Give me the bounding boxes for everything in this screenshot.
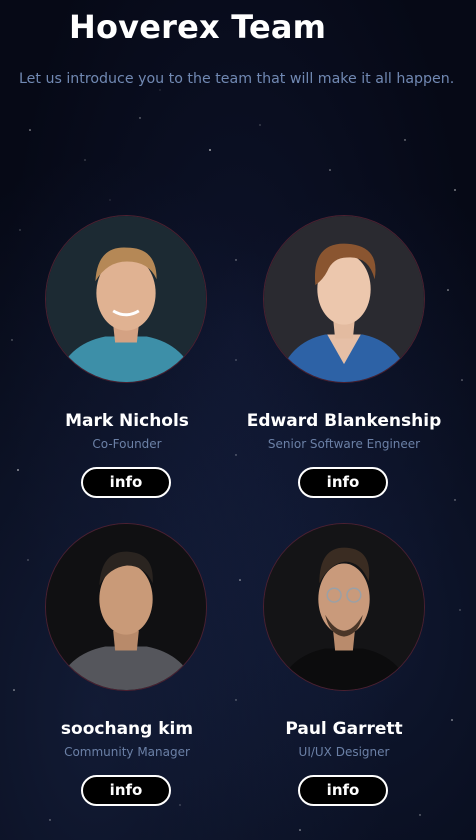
info-button[interactable]: info <box>298 775 388 806</box>
member-role: UI/UX Designer <box>298 745 390 759</box>
member-photo-avatar <box>263 215 425 383</box>
team-page: Hoverex Team Let us introduce you to the… <box>0 0 476 840</box>
team-member-card: soochang kim Community Manager info <box>27 523 227 813</box>
info-button[interactable]: info <box>81 775 171 806</box>
page-title: Hoverex Team <box>69 8 327 46</box>
member-name: Edward Blankenship <box>246 411 442 431</box>
page-subtitle: Let us introduce you to the team that wi… <box>19 71 455 87</box>
member-photo-avatar <box>45 215 207 383</box>
member-photo-avatar <box>263 523 425 691</box>
member-photo-avatar <box>45 523 207 691</box>
member-role: Senior Software Engineer <box>267 437 421 451</box>
info-button[interactable]: info <box>81 467 171 498</box>
team-member-card: Edward Blankenship Senior Software Engin… <box>244 215 444 505</box>
member-role: Community Manager <box>64 745 190 759</box>
member-role: Co-Founder <box>92 437 162 451</box>
team-member-card: Paul Garrett UI/UX Designer info <box>244 523 444 813</box>
crescent-logo-icon <box>26 12 42 44</box>
member-name: soochang kim <box>60 719 194 739</box>
info-button[interactable]: info <box>298 467 388 498</box>
member-name: Paul Garrett <box>285 719 403 739</box>
member-name: Mark Nichols <box>65 411 189 431</box>
team-member-card: Mark Nichols Co-Founder info <box>27 215 227 505</box>
